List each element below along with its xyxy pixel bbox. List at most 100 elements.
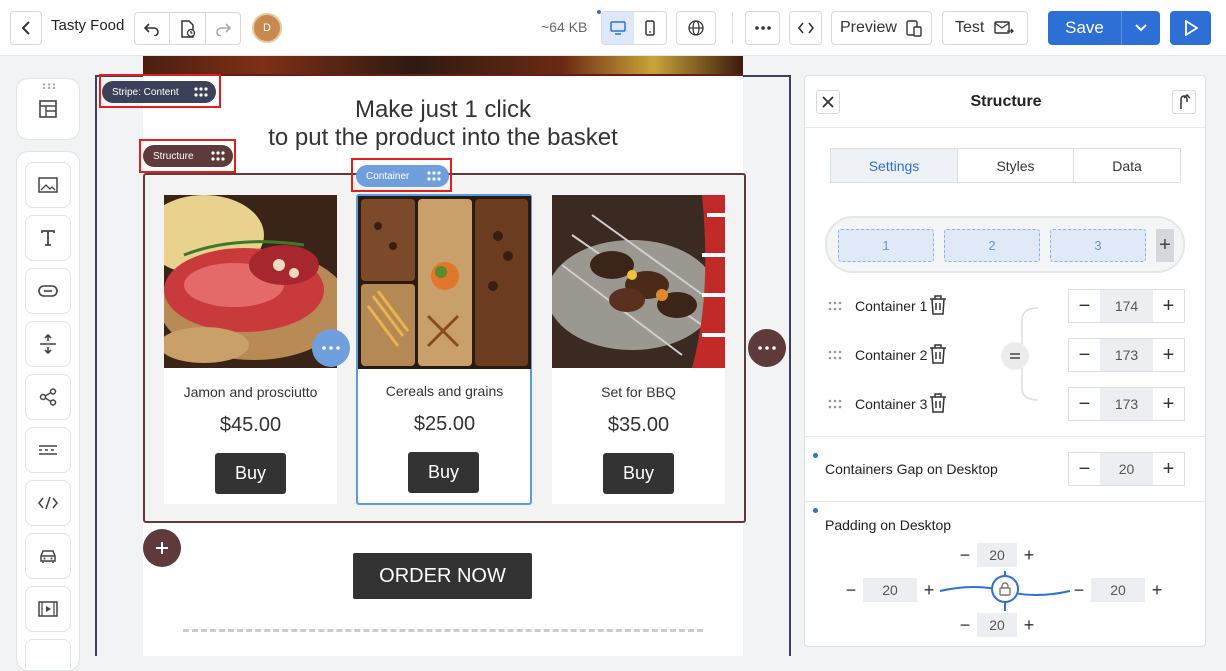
social-block[interactable] <box>25 374 71 420</box>
increment-button[interactable]: + <box>1153 290 1184 322</box>
export-button[interactable] <box>1172 90 1196 114</box>
container-1-label: Container 1 <box>855 298 928 314</box>
text-block[interactable] <box>25 215 71 261</box>
padding-right-value[interactable]: 20 <box>1091 578 1145 602</box>
product-image-bbq <box>552 195 725 368</box>
column-slot[interactable]: 2 <box>944 229 1040 262</box>
footer-stripe <box>143 609 743 656</box>
top-toolbar: Tasty Food D ~64 KB Preview Test Save <box>0 0 1226 56</box>
mobile-view-button[interactable] <box>634 12 666 44</box>
footer-block <box>143 609 743 656</box>
decrement-button[interactable]: − <box>1069 290 1100 322</box>
decrement-button[interactable]: − <box>953 613 977 637</box>
globe-icon <box>688 20 704 36</box>
video-block[interactable] <box>25 586 71 632</box>
redo-button[interactable] <box>206 13 240 44</box>
increment-button[interactable]: + <box>1153 339 1184 371</box>
panel-title: Structure <box>970 93 1042 110</box>
trash-icon[interactable] <box>929 295 947 315</box>
desktop-view-button[interactable] <box>602 12 634 44</box>
structure-block[interactable]: Jamon and prosciutto $45.00 Buy Cereals … <box>143 173 746 523</box>
padding-lock-button[interactable] <box>991 575 1019 603</box>
buy-button[interactable]: Buy <box>603 453 674 494</box>
amp-block[interactable] <box>25 533 71 579</box>
equalize-widths-button[interactable] <box>1001 342 1029 370</box>
html-icon <box>38 496 58 510</box>
section-divider <box>805 501 1205 502</box>
drag-icon[interactable] <box>828 399 842 409</box>
language-button[interactable] <box>676 11 716 45</box>
amp-icon <box>40 550 56 563</box>
more-blocks[interactable] <box>25 639 71 669</box>
trash-icon[interactable] <box>929 344 947 364</box>
increment-button[interactable]: + <box>1145 578 1169 602</box>
increment-button[interactable]: + <box>917 578 941 602</box>
button-block[interactable] <box>25 268 71 314</box>
layouts-block[interactable] <box>16 78 80 140</box>
tab-settings[interactable]: Settings <box>831 149 958 182</box>
increment-button[interactable]: + <box>1017 613 1041 637</box>
html-block[interactable] <box>25 480 71 526</box>
version-history-button[interactable] <box>170 13 206 44</box>
structure-options-button[interactable] <box>748 329 786 367</box>
increment-button[interactable]: + <box>1153 388 1184 420</box>
buy-button[interactable]: Buy <box>408 452 479 493</box>
drag-icon[interactable] <box>828 301 842 311</box>
blocks-list <box>16 151 80 671</box>
decrement-button[interactable]: − <box>953 543 977 567</box>
increment-button[interactable]: + <box>1017 543 1041 567</box>
add-structure-button[interactable] <box>143 529 181 567</box>
decrement-button[interactable]: − <box>839 578 863 602</box>
column-slot[interactable]: 1 <box>838 229 934 262</box>
highlight-structure-tag <box>139 139 236 173</box>
container-options-button[interactable] <box>312 329 350 367</box>
tab-data[interactable]: Data <box>1074 149 1180 182</box>
test-button[interactable]: Test <box>942 11 1028 45</box>
export-icon <box>1180 94 1190 109</box>
image-block[interactable] <box>25 162 71 208</box>
drag-icon[interactable] <box>828 350 842 360</box>
undo-button[interactable] <box>135 13 170 44</box>
spacer-block[interactable] <box>25 321 71 367</box>
padding-bottom-value[interactable]: 20 <box>977 613 1017 637</box>
decrement-button[interactable]: − <box>1069 339 1100 371</box>
add-column-button[interactable]: + <box>1156 229 1174 262</box>
column-slot[interactable]: 3 <box>1050 229 1146 262</box>
more-button[interactable] <box>745 11 780 45</box>
padding-top-value[interactable]: 20 <box>977 543 1017 567</box>
order-now-button[interactable]: ORDER NOW <box>353 553 532 599</box>
decrement-button[interactable]: − <box>1069 388 1100 420</box>
code-icon <box>797 22 814 34</box>
decrement-button[interactable]: − <box>1067 578 1091 602</box>
play-icon <box>1184 20 1198 36</box>
save-options-button[interactable] <box>1122 11 1160 45</box>
container-2-width[interactable]: 173 <box>1100 339 1153 371</box>
undo-icon <box>144 22 159 36</box>
padding-left-value[interactable]: 20 <box>863 578 917 602</box>
back-button[interactable] <box>10 11 42 45</box>
send-button[interactable] <box>1170 11 1211 45</box>
blocks-panel <box>0 56 95 671</box>
product-card-selected[interactable]: Cereals and grains $25.00 Buy <box>356 194 532 505</box>
save-button[interactable]: Save <box>1048 11 1160 45</box>
product-card[interactable]: Jamon and prosciutto $45.00 Buy <box>164 195 337 504</box>
container-3-width[interactable]: 173 <box>1100 388 1153 420</box>
equal-icon <box>1010 353 1020 359</box>
preview-device-icon <box>906 20 922 37</box>
divider-block[interactable] <box>25 427 71 473</box>
gap-stepper: − 20 + <box>1068 452 1185 486</box>
tab-styles[interactable]: Styles <box>958 149 1074 182</box>
avatar[interactable]: D <box>252 13 282 43</box>
code-editor-button[interactable] <box>789 11 822 45</box>
spacer-icon <box>40 334 56 354</box>
trash-icon[interactable] <box>929 393 947 413</box>
decrement-button[interactable]: − <box>1069 453 1100 485</box>
increment-button[interactable]: + <box>1153 453 1184 485</box>
gap-value[interactable]: 20 <box>1100 453 1153 485</box>
highlight-stripe-tag <box>99 74 221 108</box>
buy-button[interactable]: Buy <box>215 453 286 494</box>
preview-button[interactable]: Preview <box>831 11 932 45</box>
padding-top-stepper: − 20 + <box>953 543 1041 567</box>
container-1-width[interactable]: 174 <box>1100 290 1153 322</box>
product-card[interactable]: Set for BBQ $35.00 Buy <box>552 195 725 504</box>
